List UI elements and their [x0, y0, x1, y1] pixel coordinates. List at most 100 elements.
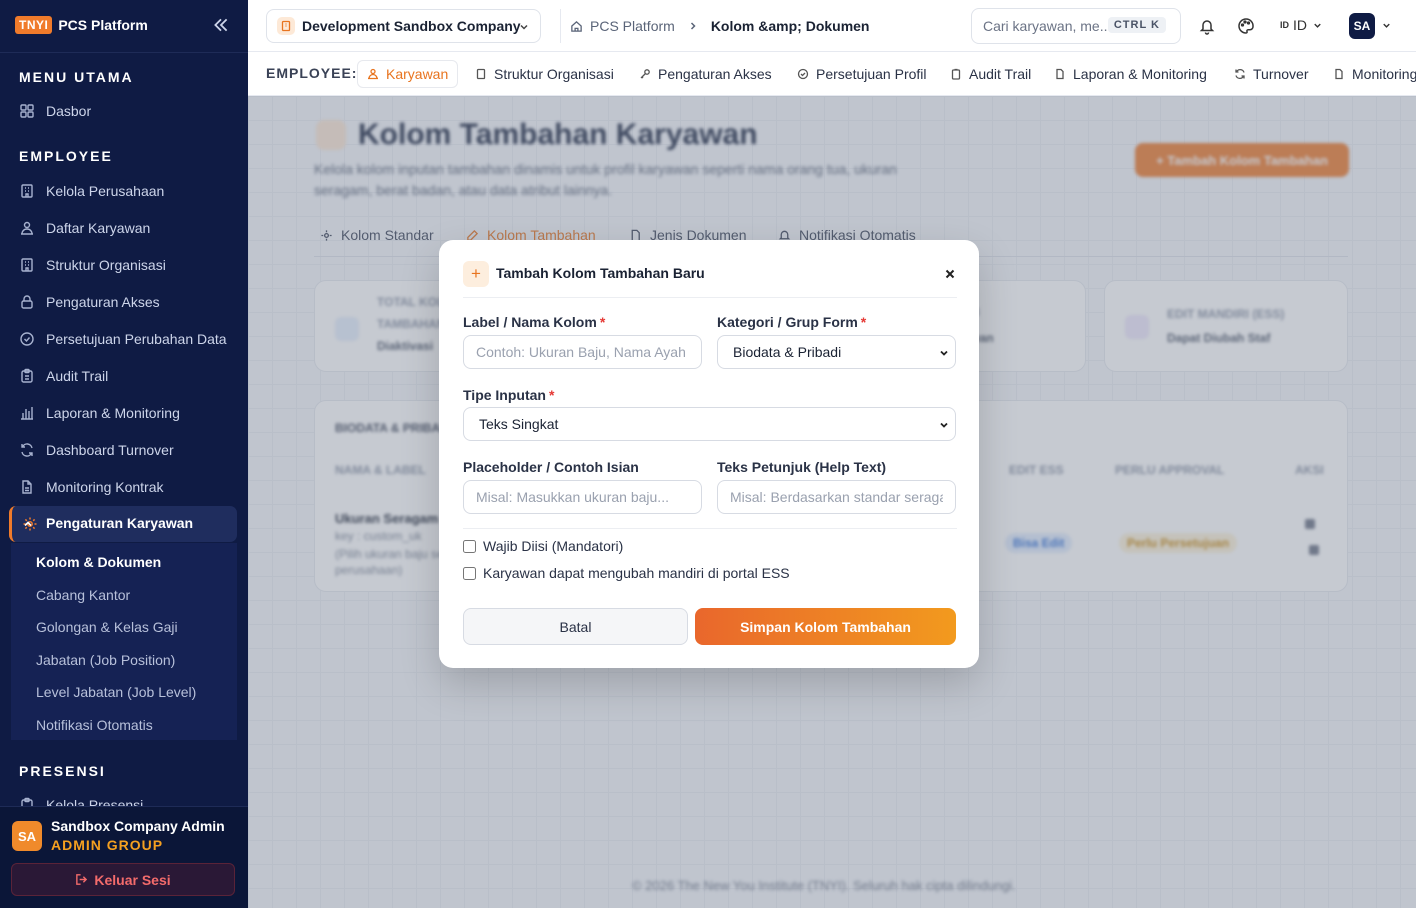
- tab-label: Karyawan: [386, 66, 449, 82]
- bar-chart-icon: [19, 405, 35, 421]
- add-custom-field-modal: + Tambah Kolom Tambahan Baru Label / Nam…: [439, 240, 979, 668]
- sidebar-item-kelola-perusahaan[interactable]: Kelola Perusahaan: [19, 181, 164, 201]
- submenu-item-kolom-dokumen[interactable]: Kolom & Dokumen: [36, 554, 161, 570]
- check-circle-icon: [19, 331, 35, 347]
- module-tab-bar: EMPLOYEE: Karyawan Struktur Organisasi P…: [248, 52, 1416, 96]
- mandatory-checkbox[interactable]: [463, 539, 476, 553]
- tab-laporan-monitoring[interactable]: Laporan & Monitoring: [1054, 60, 1207, 88]
- sidebar-item-dasbor[interactable]: Dasbor: [19, 101, 91, 121]
- close-icon[interactable]: [944, 268, 956, 280]
- sidebar-divider: [0, 52, 248, 53]
- sidebar-item-dashboard-turnover[interactable]: Dashboard Turnover: [19, 440, 174, 460]
- bell-icon[interactable]: [1198, 17, 1216, 35]
- company-selector[interactable]: Development Sandbox Company: [266, 9, 541, 43]
- submenu-item-notifikasi-otomatis[interactable]: Notifikasi Otomatis: [36, 717, 153, 733]
- user-avatar-button[interactable]: SA: [1349, 13, 1375, 39]
- sidebar-item-monitoring-kontrak[interactable]: Monitoring Kontrak: [19, 477, 164, 497]
- submenu-item-level-jabatan[interactable]: Level Jabatan (Job Level): [36, 684, 196, 700]
- category-select[interactable]: Biodata & Pribadi: [717, 335, 956, 369]
- language-selector[interactable]: ID ID: [1280, 17, 1323, 33]
- module-label: EMPLOYEE:: [266, 65, 358, 81]
- required-marker: *: [599, 314, 606, 330]
- sidebar-item-persetujuan-perubahan-data[interactable]: Persetujuan Perubahan Data: [19, 329, 227, 349]
- collapse-sidebar-icon[interactable]: [212, 16, 230, 34]
- ess-editable-checkbox[interactable]: [463, 566, 476, 580]
- grid-icon: [19, 103, 35, 119]
- submenu-item-cabang-kantor[interactable]: Cabang Kantor: [36, 587, 130, 603]
- refresh-icon: [19, 442, 35, 458]
- logout-button[interactable]: Keluar Sesi: [11, 863, 235, 896]
- tab-audit-trail[interactable]: Audit Trail: [950, 60, 1031, 88]
- sidebar-item-audit-trail[interactable]: Audit Trail: [19, 366, 108, 386]
- chevron-down-icon[interactable]: [1381, 20, 1392, 31]
- label-text: Kategori / Grup Form: [717, 314, 858, 330]
- building-icon: [277, 17, 295, 35]
- chevron-right-icon: [687, 20, 699, 32]
- home-icon[interactable]: [570, 20, 583, 33]
- users-icon: [367, 68, 379, 80]
- top-bar: Development Sandbox Company PCS Platform…: [248, 0, 1416, 52]
- sidebar-item-laporan-monitoring[interactable]: Laporan & Monitoring: [19, 403, 180, 423]
- tab-struktur-organisasi[interactable]: Struktur Organisasi: [475, 60, 614, 88]
- sidebar-item-pengaturan-akses[interactable]: Pengaturan Akses: [19, 292, 160, 312]
- sidebar-item-label: Laporan & Monitoring: [46, 405, 180, 421]
- user-name: Sandbox Company Admin: [51, 818, 225, 834]
- field-label-placeholder: Placeholder / Contoh Isian: [463, 459, 639, 475]
- placeholder-input[interactable]: [463, 480, 702, 514]
- tab-label: Persetujuan Profil: [816, 66, 927, 82]
- flag-label: ID: [1280, 20, 1289, 30]
- modal-divider: [463, 528, 957, 529]
- field-label-category: Kategori / Grup Form *: [717, 314, 866, 330]
- mandatory-checkbox-row[interactable]: Wajib Diisi (Mandatori): [463, 538, 623, 554]
- search-placeholder: Cari karyawan, me...: [983, 18, 1112, 34]
- field-label-help-text: Teks Petunjuk (Help Text): [717, 459, 887, 475]
- sidebar-item-struktur-organisasi[interactable]: Struktur Organisasi: [19, 255, 166, 275]
- sidebar-item-label: Dashboard Turnover: [46, 442, 174, 458]
- submenu-item-jabatan[interactable]: Jabatan (Job Position): [36, 652, 175, 668]
- user-role: ADMIN GROUP: [51, 837, 164, 853]
- tab-monitoring[interactable]: Monitoring: [1333, 60, 1416, 88]
- chevron-down-icon: [1312, 20, 1323, 31]
- required-marker: *: [548, 387, 555, 403]
- plus-icon: +: [463, 261, 489, 287]
- save-custom-field-button[interactable]: Simpan Kolom Tambahan: [695, 608, 956, 645]
- avatar: SA: [12, 821, 42, 851]
- sidebar-item-label: Audit Trail: [46, 368, 109, 384]
- submenu-item-golongan-kelas-gaji[interactable]: Golongan & Kelas Gaji: [36, 619, 178, 635]
- breadcrumb-root[interactable]: PCS Platform: [590, 18, 675, 34]
- sidebar-submenu: [11, 543, 237, 740]
- chevron-up-icon[interactable]: [22, 518, 34, 530]
- field-name-input[interactable]: [463, 335, 702, 369]
- tab-persetujuan-profil[interactable]: Persetujuan Profil: [797, 60, 927, 88]
- check-circle-icon: [797, 68, 809, 80]
- file-icon: [19, 479, 35, 495]
- lock-icon: [19, 294, 35, 310]
- palette-icon[interactable]: [1237, 17, 1255, 35]
- tab-label: Pengaturan Akses: [658, 66, 772, 82]
- section-title-employee: EMPLOYEE: [19, 148, 113, 164]
- tab-karyawan[interactable]: Karyawan: [357, 60, 459, 88]
- sidebar-item-daftar-karyawan[interactable]: Daftar Karyawan: [19, 218, 150, 238]
- tab-label: Laporan & Monitoring: [1073, 66, 1207, 82]
- cancel-button[interactable]: Batal: [463, 608, 688, 645]
- company-name: Development Sandbox Company: [302, 18, 521, 34]
- sidebar-item-label: Daftar Karyawan: [46, 220, 151, 236]
- building-icon: [19, 257, 35, 273]
- language-label: ID: [1293, 17, 1307, 33]
- section-title-presensi: PRESENSI: [19, 763, 106, 779]
- help-text-input[interactable]: [717, 480, 956, 514]
- breadcrumb: PCS Platform Kolom &amp; Dokumen: [560, 9, 870, 43]
- sidebar: TNYI PCS Platform MENU UTAMA Dasbor EMPL…: [0, 0, 248, 908]
- sidebar-item-label: Monitoring Kontrak: [46, 479, 164, 495]
- section-title-menu-utama: MENU UTAMA: [19, 69, 134, 85]
- tab-pengaturan-akses[interactable]: Pengaturan Akses: [639, 60, 772, 88]
- brand-logo[interactable]: TNYI PCS Platform: [15, 15, 148, 35]
- modal-title: Tambah Kolom Tambahan Baru: [496, 265, 705, 281]
- global-search-input[interactable]: Cari karyawan, me... CTRL K: [971, 8, 1181, 44]
- tab-turnover[interactable]: Turnover: [1234, 60, 1309, 88]
- ess-editable-checkbox-row[interactable]: Karyawan dapat mengubah mandiri di porta…: [463, 565, 790, 581]
- clipboard-icon: [950, 68, 962, 80]
- sidebar-item-pengaturan-karyawan[interactable]: Pengaturan Karyawan: [9, 506, 237, 542]
- building-icon: [475, 68, 487, 80]
- input-type-select[interactable]: Teks Singkat: [463, 407, 956, 441]
